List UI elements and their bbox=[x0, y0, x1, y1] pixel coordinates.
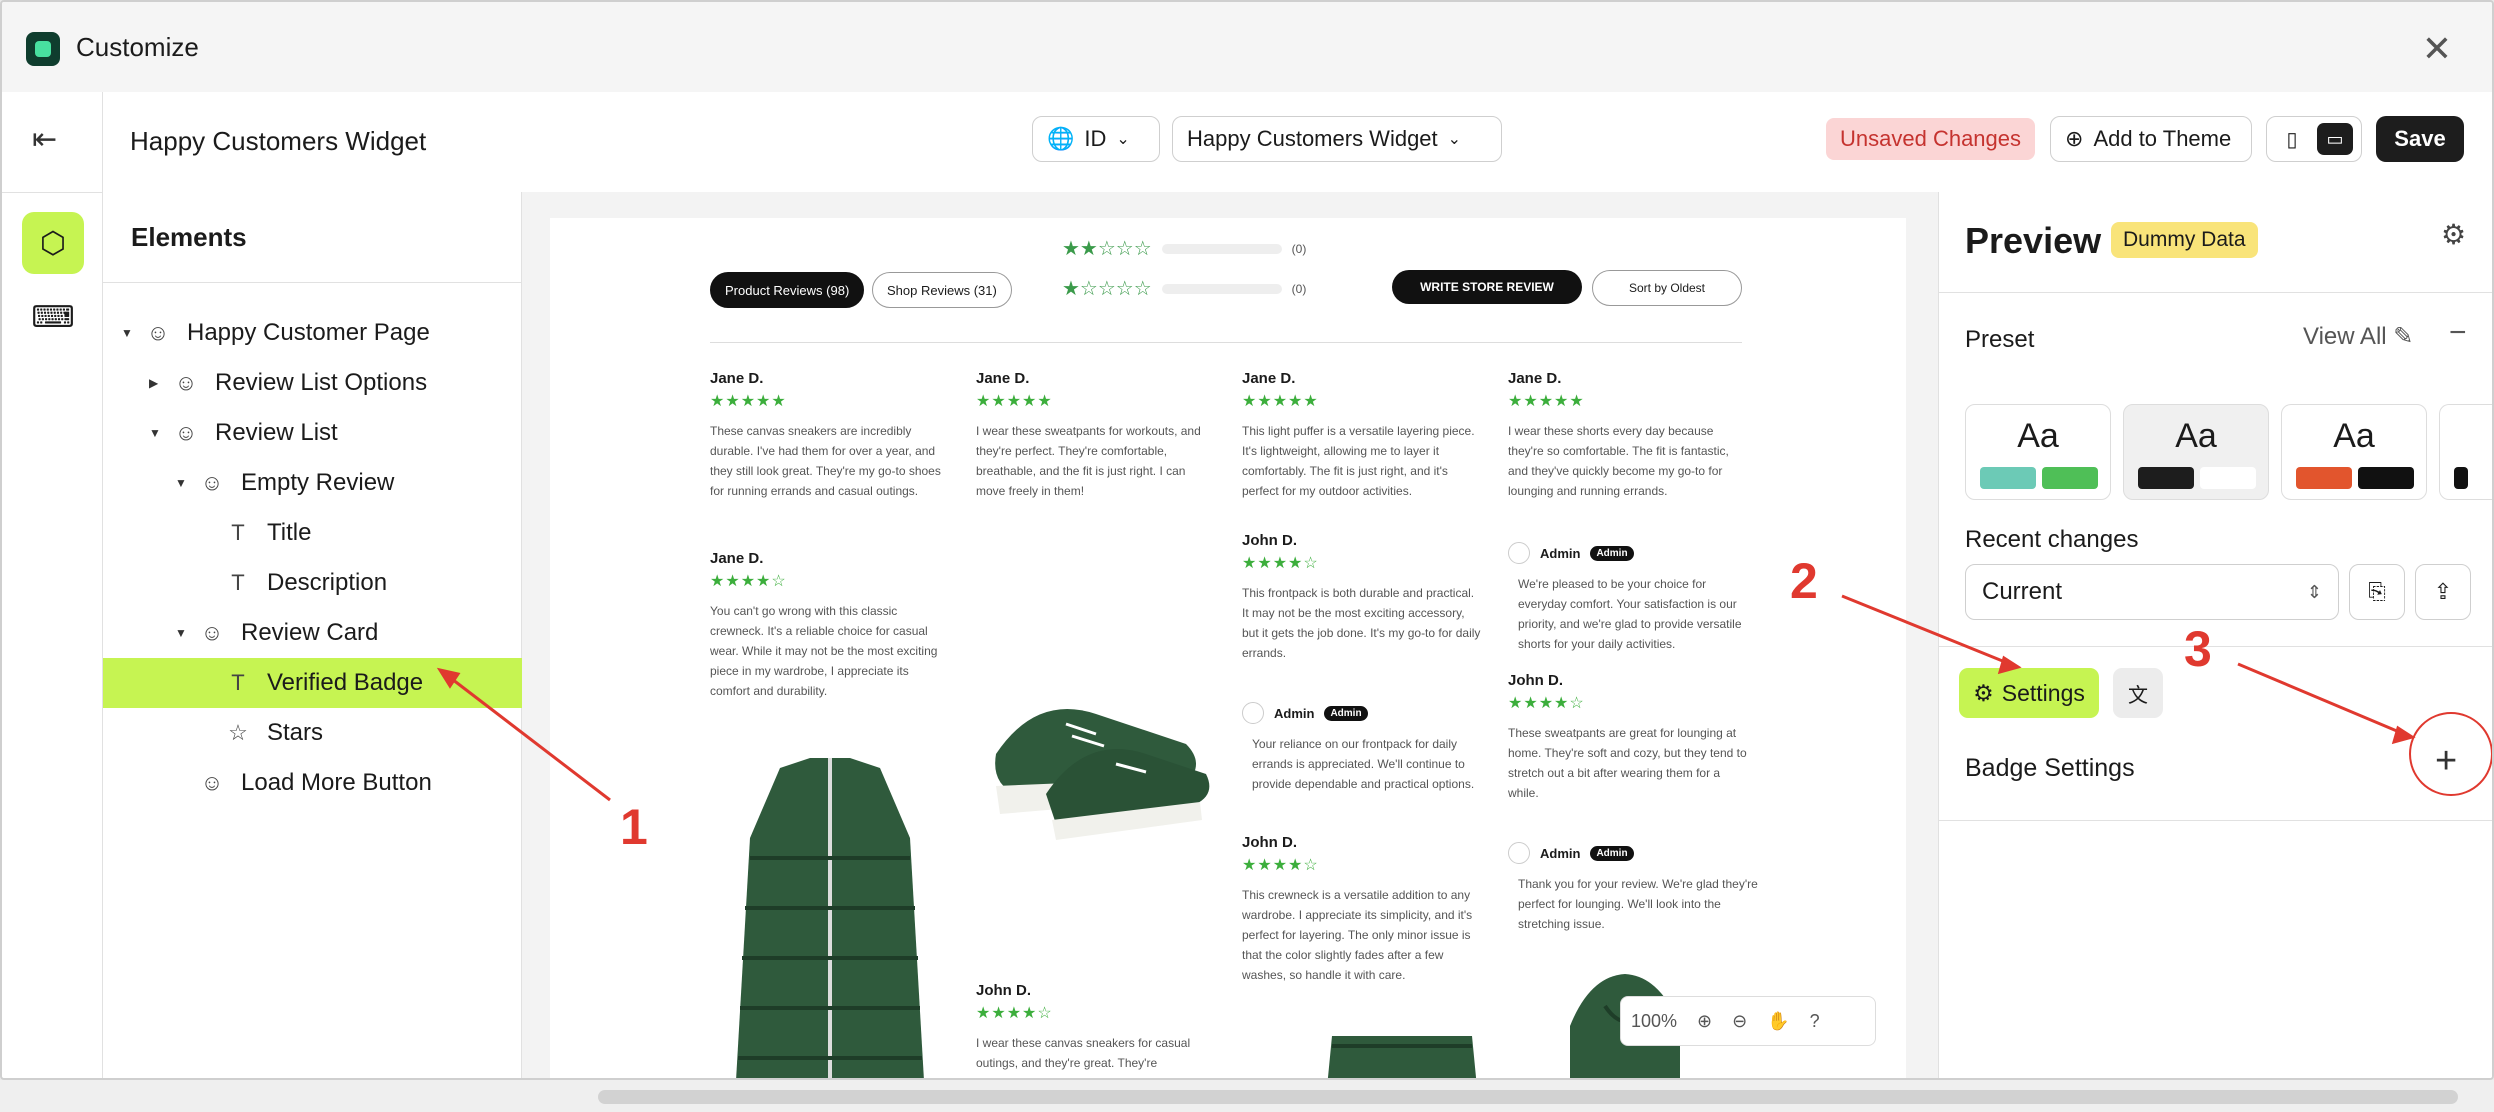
horizontal-scrollbar[interactable] bbox=[0, 1080, 2494, 1112]
annotation-2: 2 bbox=[1790, 553, 1818, 609]
annotation-arrows bbox=[436, 594, 2416, 802]
annotation-1: 1 bbox=[620, 799, 648, 855]
annotation-3: 3 bbox=[2184, 621, 2212, 677]
scrollbar-thumb[interactable] bbox=[598, 1090, 2458, 1104]
